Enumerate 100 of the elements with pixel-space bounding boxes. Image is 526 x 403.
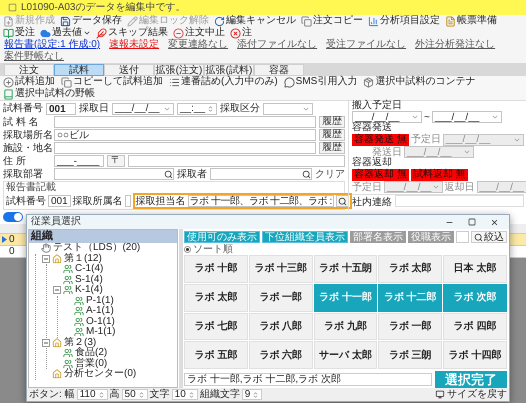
selection-field[interactable]: ラボ 十一郎,ラボ 十二郎,ラボ 次郎: [184, 372, 432, 386]
employee-button[interactable]: ラボ 六郎: [248, 341, 313, 369]
tree-item[interactable]: P-1(1): [86, 296, 114, 306]
number-field[interactable]: 110: [76, 389, 108, 400]
history-button[interactable]: 履歴: [319, 142, 345, 154]
toolbar-button[interactable]: 注文コピー: [301, 15, 363, 27]
employee-button[interactable]: ラボ 九郎: [314, 312, 378, 340]
history-button[interactable]: 履歴: [319, 129, 345, 141]
date-field[interactable]: ___/__/__: [112, 102, 174, 114]
employee-button[interactable]: ラボ 十四郎: [443, 341, 507, 369]
toolbar-button[interactable]: 注文中止: [173, 27, 225, 39]
sample-toolbar-button[interactable]: 選択中試料の野帳: [3, 88, 95, 100]
employee-button[interactable]: ラボ 十五朗: [314, 255, 378, 283]
employee-button[interactable]: ラボ 一郎: [378, 312, 442, 340]
number-field[interactable]: 9: [242, 389, 262, 400]
collapse-icon[interactable]: [42, 254, 50, 263]
tree-item[interactable]: A-1(1): [86, 306, 114, 316]
clear-link[interactable]: クリア: [315, 168, 345, 180]
toggle-switch[interactable]: [3, 212, 23, 222]
number-field[interactable]: 50: [122, 389, 148, 400]
toolbar-button[interactable]: 受注: [3, 27, 35, 39]
sample-toolbar-button[interactable]: SMS引用入力: [284, 76, 358, 88]
employee-button[interactable]: ラボ 五郎: [184, 341, 248, 369]
sample-toolbar-button[interactable]: コピーして試料追加: [61, 76, 163, 88]
employee-button[interactable]: ラボ 八郎: [248, 312, 313, 340]
tree-item[interactable]: テスト（LDS）(20): [53, 243, 140, 254]
collapse-icon[interactable]: [53, 286, 61, 294]
tree-item[interactable]: M-1(1): [86, 327, 116, 338]
tree-item[interactable]: C-1(4): [75, 264, 104, 274]
text-field[interactable]: [128, 155, 345, 167]
employee-button[interactable]: 日本 太郎: [443, 255, 507, 283]
status-link[interactable]: 報告書(設定:1 作成:0): [4, 39, 100, 51]
status-link[interactable]: 速報未設定: [109, 39, 160, 51]
text-field[interactable]: ○○ビル: [54, 129, 316, 141]
time-field[interactable]: __:__: [177, 102, 218, 114]
staff-field[interactable]: ラボ 十一郎、ラボ 十二郎、ラボ :: [188, 195, 334, 207]
tree-item[interactable]: O-1(1): [86, 316, 115, 327]
postal-button[interactable]: 〒: [107, 155, 125, 167]
employee-button[interactable]: ラボ 太郎: [184, 284, 248, 312]
employee-button[interactable]: ラボ 七郎: [184, 312, 248, 340]
tab[interactable]: 容器: [254, 64, 304, 76]
status-button[interactable]: 容器発送 無: [352, 134, 409, 146]
tree-item[interactable]: 分析センター(0): [64, 369, 136, 380]
memo-field[interactable]: [395, 195, 524, 207]
toolbar-button[interactable]: スキップ結果: [96, 27, 168, 39]
restore-size-button[interactable]: サイズを戻す: [435, 389, 507, 400]
employee-button[interactable]: ラボ 太郎: [378, 255, 442, 283]
status-button[interactable]: 試料返却 無: [410, 168, 468, 180]
toolbar-button[interactable]: データ保存: [60, 15, 122, 27]
tab[interactable]: 拡張(試料): [204, 64, 254, 76]
search-button[interactable]: [336, 195, 349, 207]
employee-button[interactable]: ラボ 一郎: [248, 284, 313, 312]
status-button[interactable]: 容器返却 無: [352, 168, 409, 180]
tree-item[interactable]: 営業(0): [75, 358, 108, 369]
status-link[interactable]: 変更連絡なし: [168, 39, 228, 51]
tree-item[interactable]: 第１(12): [64, 254, 102, 264]
toolbar-button[interactable]: 分析項目設定: [368, 15, 440, 27]
text-field[interactable]: [54, 116, 316, 128]
radio-button[interactable]: [184, 246, 191, 253]
status-link[interactable]: 外注分析発注なし: [415, 39, 496, 51]
tree-item[interactable]: K-1(4): [75, 285, 103, 296]
toolbar-button[interactable]: 帳票準備: [445, 15, 497, 27]
status-link[interactable]: 案件野帳なし: [4, 51, 64, 63]
number-field[interactable]: 10: [172, 389, 198, 400]
text-field[interactable]: 001: [46, 102, 76, 114]
tab[interactable]: 送付: [104, 64, 154, 76]
tree-item[interactable]: 食品(2): [75, 348, 108, 358]
employee-button[interactable]: サーバ 太郎: [314, 341, 378, 369]
tab[interactable]: 試料: [54, 64, 104, 76]
search-field[interactable]: [54, 168, 174, 180]
toolbar-button[interactable]: 編集キャンセル: [214, 15, 296, 27]
toolbar-button[interactable]: 過去値: [40, 27, 91, 39]
employee-button[interactable]: ラボ 十三郎: [248, 255, 313, 283]
text-field[interactable]: [124, 195, 131, 207]
status-link[interactable]: 受注ファイルなし: [326, 39, 406, 51]
collapse-icon[interactable]: [42, 338, 50, 347]
text-field[interactable]: 001: [48, 195, 71, 207]
date-field[interactable]: ___/__/__: [352, 111, 422, 123]
close-icon[interactable]: [490, 218, 499, 226]
tree-item[interactable]: 第２(3): [64, 338, 96, 348]
sample-toolbar-button[interactable]: 選択中試料のコンテナ: [363, 76, 476, 88]
toolbar-button[interactable]: 注: [230, 27, 252, 39]
employee-button[interactable]: ラボ 四郎: [443, 312, 507, 340]
tab[interactable]: 注文: [4, 64, 54, 76]
maximize-icon[interactable]: [468, 218, 476, 226]
sample-toolbar-button[interactable]: 連番詰め(入力中のみ): [169, 76, 278, 88]
tree-item[interactable]: S-1(4): [75, 274, 103, 285]
search-field[interactable]: [456, 231, 469, 243]
text-field[interactable]: [54, 142, 316, 154]
history-button[interactable]: 履歴: [319, 116, 345, 128]
sample-toolbar-button[interactable]: 試料追加: [3, 76, 55, 88]
employee-button[interactable]: ラボ 十郎: [184, 255, 248, 283]
status-link[interactable]: 添付ファイルなし: [237, 39, 318, 51]
search-field[interactable]: [210, 168, 312, 180]
employee-button[interactable]: ラボ 三朗: [378, 341, 442, 369]
postal-code-field[interactable]: ___-____: [54, 155, 104, 167]
filter-search-button[interactable]: 絞込: [471, 231, 507, 243]
date-field[interactable]: [263, 102, 314, 114]
date-field[interactable]: ___/__/__: [432, 111, 502, 123]
tab[interactable]: 拡張(注文): [154, 64, 204, 76]
